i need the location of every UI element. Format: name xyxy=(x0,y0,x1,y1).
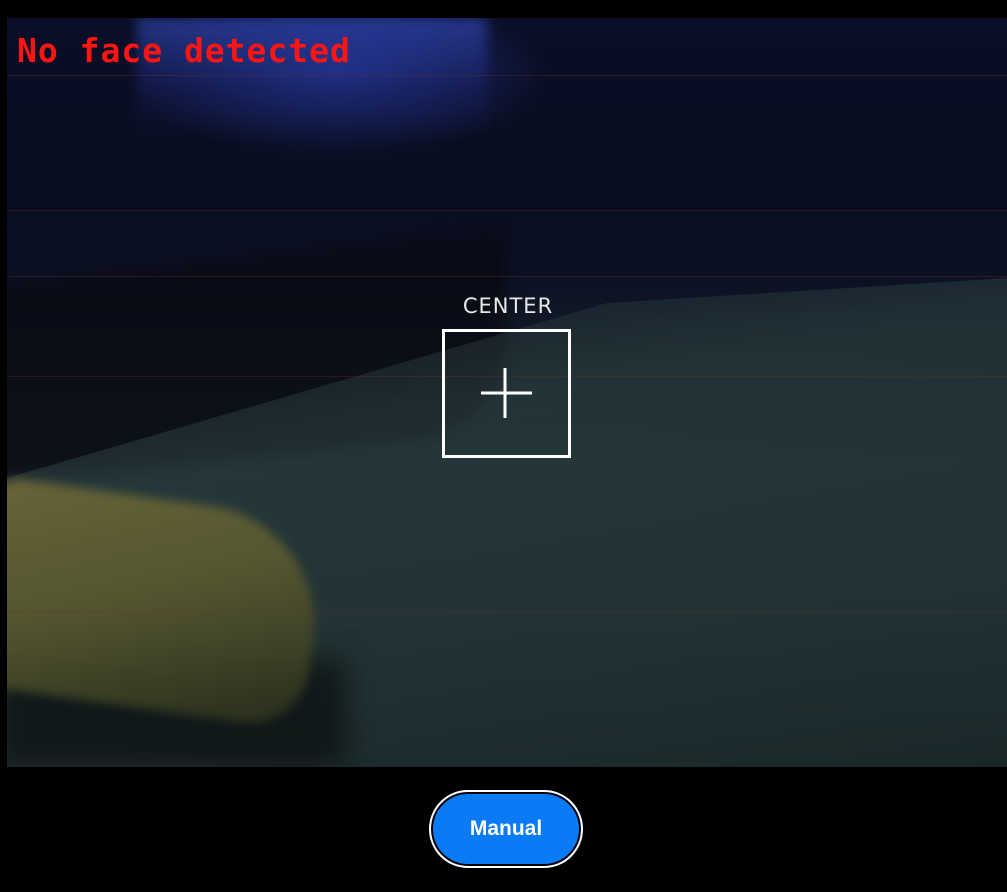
center-target-label: CENTER xyxy=(462,294,554,318)
app-window: No face detected CENTER Manual xyxy=(0,0,1007,892)
manual-mode-button[interactable]: Manual xyxy=(429,790,583,868)
crosshair-icon xyxy=(481,368,532,418)
face-status-text: No face detected xyxy=(17,31,351,70)
